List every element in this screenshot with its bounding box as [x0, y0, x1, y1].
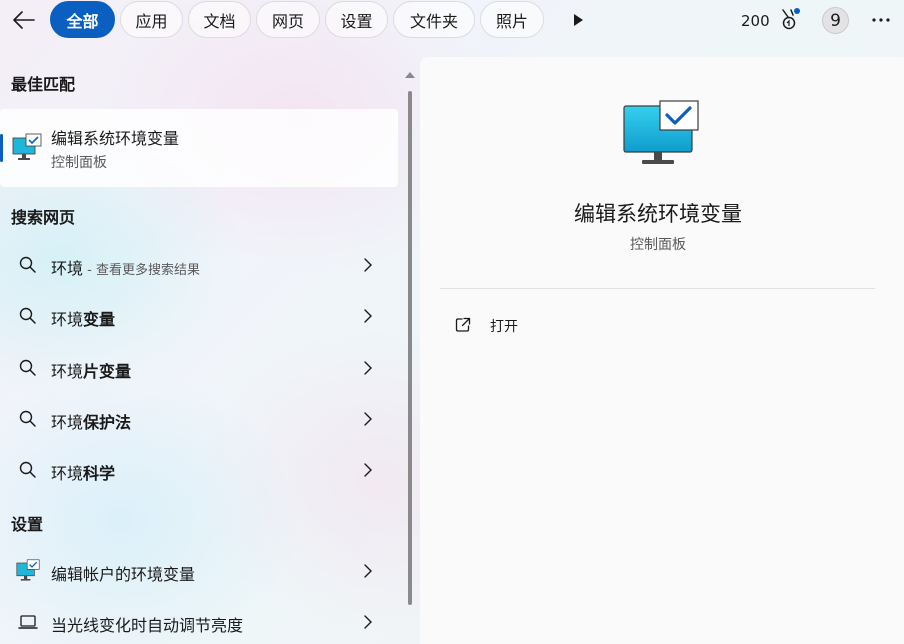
tab-documents[interactable]: 文档 — [188, 1, 251, 38]
web-search-item[interactable]: 环境保护法 — [0, 395, 398, 443]
search-icon — [19, 359, 36, 376]
selection-indicator — [0, 134, 3, 162]
chevron-right-icon — [364, 361, 372, 375]
monitor-check-icon — [623, 100, 699, 164]
results-list: 最佳匹配 编辑系统环境变量 控制面板 搜索网页 环境 - 查看更多搜索结果 环境… — [0, 57, 400, 644]
detail-pane: 编辑系统环境变量 控制面板 打开 — [420, 57, 904, 644]
best-match-item[interactable]: 编辑系统环境变量 控制面板 — [0, 109, 398, 187]
ellipsis-icon — [872, 18, 890, 22]
open-external-icon — [455, 317, 471, 332]
more-options-button[interactable] — [868, 10, 894, 30]
rewards-points: 200 — [741, 12, 770, 30]
best-match-title: 编辑系统环境变量 — [51, 129, 180, 148]
trophy-icon — [782, 8, 800, 30]
monitor-check-icon — [12, 133, 42, 160]
search-icon — [19, 307, 36, 324]
search-icon — [19, 461, 36, 478]
search-icon — [19, 256, 36, 273]
play-icon — [574, 14, 583, 26]
settings-item[interactable]: 编辑帐户的环境变量 — [0, 547, 398, 595]
section-title-settings: 设置 — [11, 515, 44, 534]
arrow-left-icon — [13, 11, 35, 29]
tab-photos[interactable]: 照片 — [480, 1, 544, 38]
open-action-label: 打开 — [490, 319, 518, 335]
chevron-right-icon — [364, 412, 372, 426]
web-search-item[interactable]: 环境 - 查看更多搜索结果 — [0, 241, 398, 289]
top-bar: 全部 应用 文档 网页 设置 文件夹 照片 200 9 — [0, 0, 904, 40]
settings-item[interactable]: 当光线变化时自动调节亮度 — [0, 598, 398, 644]
rewards-button[interactable] — [779, 8, 801, 32]
avatar[interactable]: 9 — [822, 7, 849, 34]
laptop-icon — [18, 615, 38, 629]
section-title-best-match: 最佳匹配 — [11, 75, 76, 94]
divider — [440, 288, 875, 289]
detail-title: 编辑系统环境变量 — [574, 202, 742, 226]
tab-all[interactable]: 全部 — [50, 1, 115, 38]
chevron-right-icon — [364, 564, 372, 578]
more-tabs-button[interactable] — [568, 8, 588, 32]
chevron-right-icon — [364, 463, 372, 477]
chevron-right-icon — [364, 309, 372, 323]
monitor-check-icon — [16, 559, 40, 581]
open-action[interactable]: 打开 — [452, 311, 652, 341]
web-search-label: 环境 - 查看更多搜索结果 — [51, 259, 200, 278]
section-title-web-search: 搜索网页 — [11, 208, 76, 227]
web-search-label: 环境保护法 — [51, 413, 132, 432]
detail-subtitle: 控制面板 — [630, 237, 686, 253]
web-search-item[interactable]: 环境片变量 — [0, 344, 398, 392]
settings-item-label: 当光线变化时自动调节亮度 — [51, 616, 244, 635]
tab-web[interactable]: 网页 — [256, 1, 320, 38]
web-search-label: 环境科学 — [51, 464, 116, 483]
tab-apps[interactable]: 应用 — [120, 1, 183, 38]
web-search-item[interactable]: 环境变量 — [0, 292, 398, 340]
search-icon — [19, 410, 36, 427]
chevron-right-icon — [364, 258, 372, 272]
tab-folders[interactable]: 文件夹 — [393, 1, 475, 38]
scrollbar-thumb[interactable] — [408, 91, 412, 605]
settings-item-label: 编辑帐户的环境变量 — [51, 565, 196, 584]
web-search-label: 环境变量 — [51, 310, 116, 329]
tab-settings[interactable]: 设置 — [325, 1, 388, 38]
web-search-label: 环境片变量 — [51, 362, 132, 381]
back-button[interactable] — [8, 5, 40, 35]
scroll-up-arrow[interactable] — [404, 70, 416, 80]
best-match-subtitle: 控制面板 — [51, 155, 107, 171]
chevron-right-icon — [364, 615, 372, 629]
web-search-item[interactable]: 环境科学 — [0, 446, 398, 494]
